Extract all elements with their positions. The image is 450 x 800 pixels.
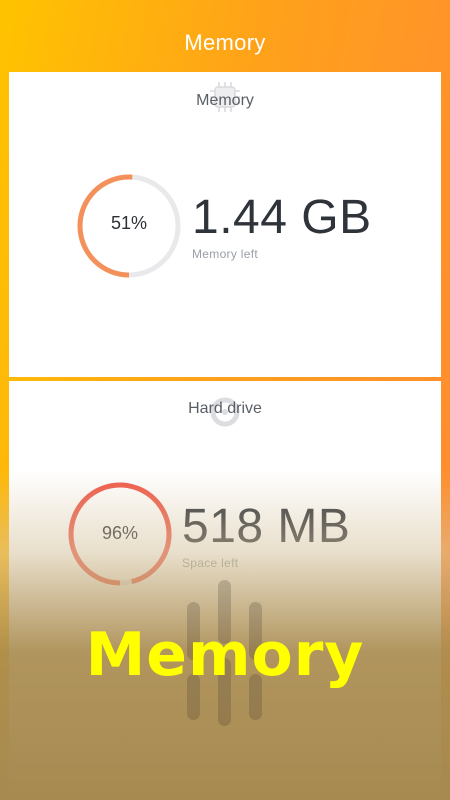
memory-card-label: Memory [196, 92, 254, 109]
disk-card-label: Hard drive [188, 400, 262, 417]
page-title: Memory [184, 30, 266, 55]
memory-value: 1.44 GB [192, 191, 372, 244]
disk-sublabel: Space left [182, 556, 239, 570]
disk-percent: 96% [101, 523, 139, 543]
memory-card[interactable]: Memory 51% 1.44 GB Memory left [9, 72, 441, 377]
promo-caption: Memory [85, 620, 365, 690]
memory-sublabel: Memory left [192, 247, 258, 261]
disk-value: 518 MB [182, 500, 351, 553]
memory-percent: 51% [110, 213, 148, 233]
